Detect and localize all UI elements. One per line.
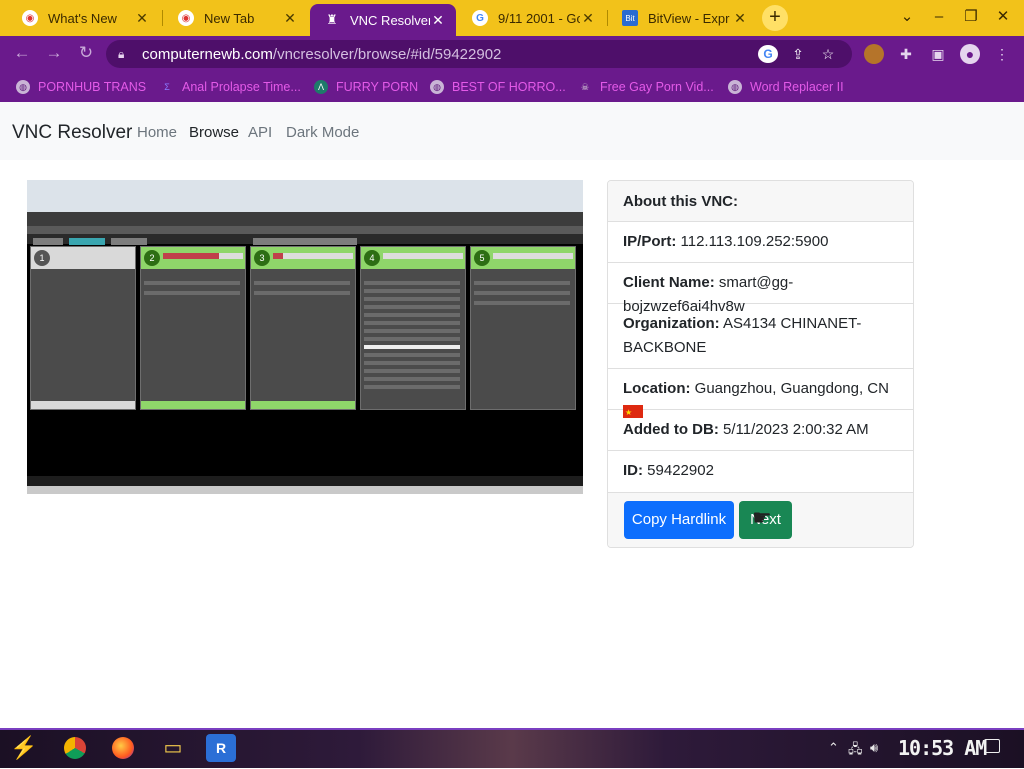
- side-panel-icon[interactable]: ▣: [928, 44, 948, 64]
- bookmark-label: FURRY PORN: [336, 80, 419, 94]
- added-to-db-label: Added to DB:: [623, 421, 719, 438]
- google-icon: G: [472, 10, 488, 26]
- ip-port-label: IP/Port:: [623, 233, 677, 250]
- tab-google-search[interactable]: G 9/11 2001 - Go ✕: [458, 2, 606, 34]
- tab-bitview[interactable]: Bit BitView - Expr ✕: [608, 2, 758, 34]
- location-label: Location:: [623, 380, 691, 397]
- close-icon[interactable]: ✕: [134, 10, 150, 27]
- back-icon[interactable]: ←: [10, 42, 34, 64]
- ip-port-value: 112.113.109.252:5900: [680, 233, 829, 250]
- bookmark-item[interactable]: ☠ Free Gay Porn Vid...: [578, 78, 714, 96]
- added-to-db-value: 5/11/2023 2:00:32 AM: [723, 421, 869, 438]
- bookmark-label: Anal Prolapse Time...: [182, 80, 301, 94]
- card-header: About this VNC:: [608, 181, 913, 222]
- lambda-icon: Λ: [314, 80, 328, 94]
- browser-toolbar: ← → ↻ 🔒︎ computernewb.com/vncresolver/br…: [0, 36, 1024, 70]
- vnc-info-card: About this VNC: IP/Port: 112.113.109.252…: [607, 180, 914, 548]
- profile-icon[interactable]: ●: [960, 44, 980, 64]
- restore-icon[interactable]: ❐: [956, 6, 986, 28]
- nav-home[interactable]: Home: [137, 124, 177, 141]
- tab-new-tab[interactable]: ◉ New Tab ✕: [164, 2, 308, 34]
- sigma-icon: Σ: [164, 82, 170, 92]
- added-to-db-row: Added to DB: 5/11/2023 2:00:32 AM: [608, 410, 913, 451]
- share-icon[interactable]: ⇪: [788, 45, 808, 63]
- menu-icon[interactable]: ⋮: [992, 44, 1012, 64]
- reload-icon[interactable]: ↻: [74, 42, 98, 64]
- globe-icon: ◍: [16, 80, 30, 94]
- tab-vnc-resolver[interactable]: ♜ VNC Resolver ✕: [310, 4, 456, 36]
- close-icon[interactable]: ✕: [282, 10, 298, 27]
- network-icon[interactable]: 🖧︎: [848, 740, 863, 762]
- bookmark-label: BEST OF HORRO...: [452, 80, 566, 94]
- nav-dark-mode[interactable]: Dark Mode: [286, 124, 359, 141]
- avatar-extension-icon[interactable]: [864, 44, 884, 64]
- organization-label: Organization:: [623, 315, 720, 332]
- bookmark-label: PORNHUB TRANS: [38, 80, 147, 94]
- chevron-down-icon[interactable]: ⌄: [892, 6, 922, 28]
- lock-icon: 🔒︎: [118, 46, 125, 61]
- organization-row: Organization: AS4134 CHINANET-BACKBONE: [608, 304, 913, 369]
- browser-tab-strip: ◉ What's New ✕ ◉ New Tab ✕ ♜ VNC Resolve…: [0, 0, 1024, 36]
- volume-icon[interactable]: 🔊︎: [870, 740, 878, 756]
- bitview-icon: Bit: [622, 10, 638, 26]
- chrome-icon: ◉: [178, 10, 194, 26]
- bookmark-label: Free Gay Porn Vid...: [600, 80, 714, 94]
- google-icon[interactable]: G: [758, 45, 778, 63]
- bookmark-label: Word Replacer II: [750, 80, 844, 94]
- bookmark-item[interactable]: Λ FURRY PORN: [314, 78, 418, 96]
- app-icon[interactable]: R: [206, 734, 236, 762]
- minimize-icon[interactable]: –: [924, 6, 954, 28]
- tab-title: New Tab: [204, 10, 255, 26]
- file-explorer-icon[interactable]: ▭: [158, 734, 188, 762]
- tab-whats-new[interactable]: ◉ What's New ✕: [8, 2, 160, 34]
- skull-icon: ☠: [580, 82, 590, 92]
- id-label: ID:: [623, 462, 643, 479]
- globe-icon: ◍: [728, 80, 742, 94]
- bookmark-star-icon[interactable]: ☆: [818, 45, 838, 63]
- address-bar[interactable]: 🔒︎ computernewb.com/vncresolver/browse/#…: [106, 40, 852, 68]
- tab-title: What's New: [48, 10, 117, 26]
- close-window-icon[interactable]: ✕: [988, 6, 1018, 28]
- location-value: Guangzhou, Guangdong, CN: [694, 380, 889, 397]
- bookmarks-bar: ◍ PORNHUB TRANS Σ Anal Prolapse Time... …: [0, 70, 1024, 102]
- taskbar-clock[interactable]: 10:53 AM: [898, 736, 987, 760]
- client-name-row: Client Name: smart@gg-bojzwzef6ai4hv8w: [608, 263, 913, 315]
- chrome-icon: ◉: [22, 10, 38, 26]
- spy-icon: ♜: [326, 12, 338, 27]
- extensions-icon[interactable]: ✚: [896, 44, 916, 64]
- ip-port-row: IP/Port: 112.113.109.252:5900: [608, 222, 913, 263]
- bookmark-item[interactable]: ◍ Word Replacer II: [728, 78, 844, 96]
- bookmark-item[interactable]: Σ Anal Prolapse Time...: [160, 78, 301, 96]
- tab-title: 9/11 2001 - Go: [498, 10, 580, 26]
- start-menu-icon[interactable]: ⚡: [8, 732, 40, 764]
- close-icon[interactable]: ✕: [732, 10, 748, 27]
- nav-api[interactable]: API: [248, 124, 272, 141]
- globe-icon: ◍: [430, 80, 444, 94]
- forward-icon[interactable]: →: [42, 42, 66, 64]
- new-tab-button[interactable]: +: [762, 5, 788, 31]
- site-navbar: VNC Resolver Home Browse API Dark Mode: [0, 102, 1024, 160]
- bookmark-item[interactable]: ◍ PORNHUB TRANS: [16, 78, 146, 96]
- windows-taskbar: ⚡ ▭ R ⌃ 🖧︎ 🔊︎ 10:53 AM: [0, 728, 1024, 768]
- tab-title: VNC Resolver: [350, 12, 430, 28]
- close-icon[interactable]: ✕: [580, 10, 596, 27]
- client-name-label: Client Name:: [623, 274, 715, 291]
- chevron-up-icon[interactable]: ⌃: [828, 740, 839, 756]
- id-row: ID: 59422902: [608, 451, 913, 493]
- notification-icon[interactable]: [984, 739, 1000, 753]
- tab-title: BitView - Expr: [648, 10, 730, 26]
- firefox-icon[interactable]: [108, 734, 138, 762]
- nav-browse[interactable]: Browse: [189, 124, 239, 141]
- chrome-taskbar-icon[interactable]: [60, 734, 90, 762]
- location-row: Location: Guangzhou, Guangdong, CN: [608, 369, 913, 425]
- hand-cursor-icon: ☛: [752, 505, 772, 530]
- close-icon[interactable]: ✕: [430, 12, 446, 29]
- card-footer: Copy Hardlink Next ☛: [608, 493, 913, 547]
- id-value: 59422902: [647, 462, 714, 479]
- url-text: computernewb.com/vncresolver/browse/#id/…: [142, 45, 502, 63]
- vnc-screenshot: 1 2 3 4 5: [27, 180, 583, 494]
- bookmark-item[interactable]: ◍ BEST OF HORRO...: [430, 78, 566, 96]
- site-brand[interactable]: VNC Resolver: [12, 122, 132, 144]
- copy-hardlink-button[interactable]: Copy Hardlink: [624, 501, 734, 539]
